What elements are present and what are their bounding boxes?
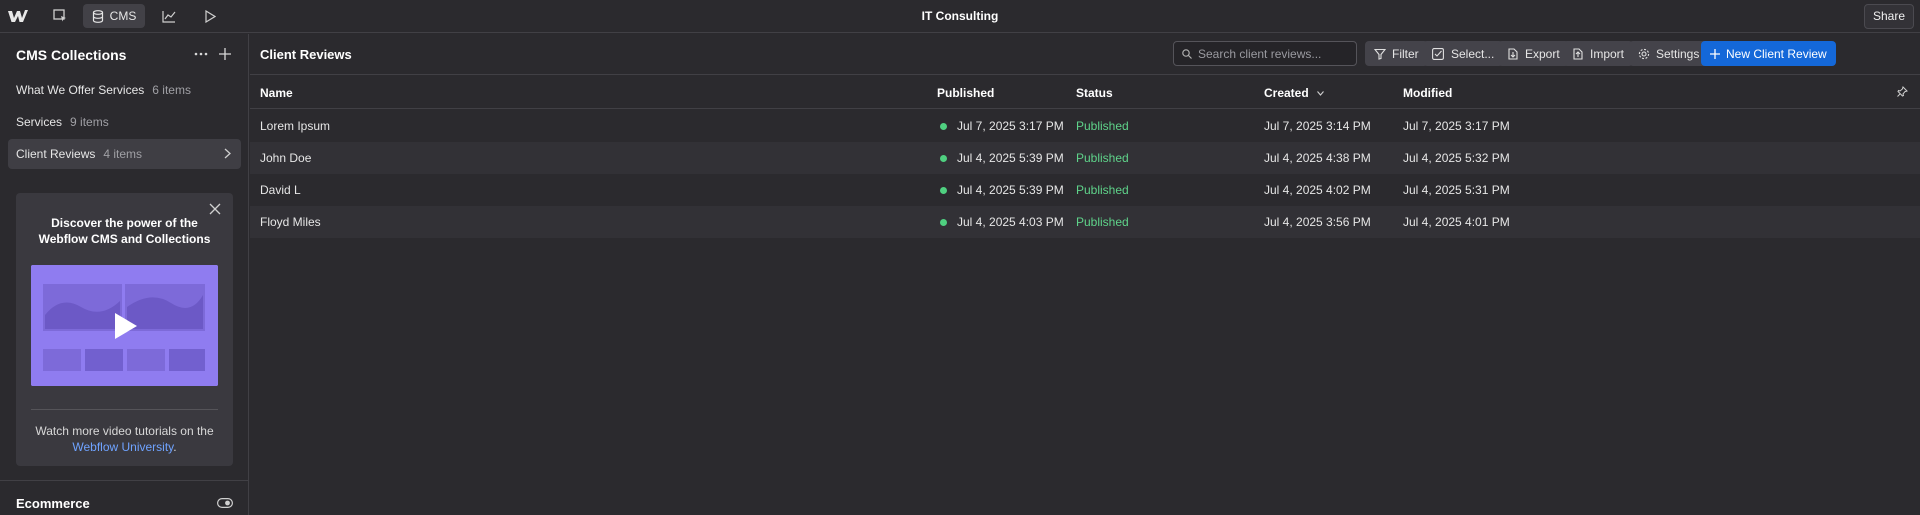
published-dot bbox=[940, 155, 947, 162]
cell-created: Jul 4, 2025 3:56 PM bbox=[1264, 215, 1371, 229]
new-client-review-button[interactable]: New Client Review bbox=[1701, 41, 1836, 66]
cell-status: Published bbox=[1076, 215, 1129, 229]
more-icon[interactable] bbox=[193, 46, 209, 62]
collection-count: 6 items bbox=[152, 83, 191, 97]
cell-name: David L bbox=[260, 183, 301, 197]
main-panel: Client Reviews Filter Select... Export I… bbox=[250, 34, 1920, 515]
cell-published: Jul 7, 2025 3:17 PM bbox=[957, 119, 1064, 133]
analytics-icon[interactable] bbox=[157, 4, 181, 28]
chevron-right-icon bbox=[224, 148, 231, 159]
import-button[interactable]: Import bbox=[1563, 41, 1634, 66]
gear-icon bbox=[1638, 48, 1656, 60]
cell-published: Jul 4, 2025 4:03 PM bbox=[957, 215, 1064, 229]
cell-name: Floyd Miles bbox=[260, 215, 321, 229]
sidebar-title: CMS Collections bbox=[16, 47, 127, 63]
page-title: Client Reviews bbox=[260, 47, 352, 62]
webflow-university-link[interactable]: Webflow University bbox=[72, 440, 173, 454]
video-thumbnail[interactable] bbox=[31, 265, 218, 386]
app-title: IT Consulting bbox=[921, 9, 999, 23]
cell-status: Published bbox=[1076, 151, 1129, 165]
import-icon bbox=[1572, 47, 1590, 60]
designer-icon[interactable] bbox=[48, 4, 72, 28]
cms-tab[interactable]: CMS bbox=[83, 4, 145, 28]
divider bbox=[31, 409, 218, 410]
settings-label: Settings bbox=[1656, 46, 1700, 61]
share-button[interactable]: Share bbox=[1863, 4, 1914, 29]
collection-count: 9 items bbox=[70, 115, 109, 129]
play-icon[interactable] bbox=[114, 312, 138, 340]
webflow-logo-icon[interactable] bbox=[8, 9, 28, 23]
cell-name: John Doe bbox=[260, 151, 312, 165]
filter-label: Filter bbox=[1392, 46, 1419, 61]
search-box[interactable] bbox=[1173, 41, 1357, 66]
table-header: Name Published Status Created Modified bbox=[250, 76, 1920, 109]
collection-item-services[interactable]: Services 9 items bbox=[8, 107, 241, 137]
collection-name: Services bbox=[16, 115, 63, 129]
select-label: Select... bbox=[1451, 46, 1495, 61]
ecommerce-label: Ecommerce bbox=[16, 496, 90, 511]
export-label: Export bbox=[1525, 46, 1560, 61]
cell-modified: Jul 4, 2025 5:31 PM bbox=[1403, 183, 1510, 197]
table-row[interactable]: David L Jul 4, 2025 5:39 PM Published Ju… bbox=[250, 174, 1920, 206]
cms-label: CMS bbox=[109, 9, 137, 23]
column-header-published[interactable]: Published bbox=[937, 86, 994, 100]
collection-name: Client Reviews bbox=[16, 147, 96, 161]
cell-status: Published bbox=[1076, 119, 1129, 133]
promo-title: Discover the power of the Webflow CMS an… bbox=[38, 216, 211, 246]
collection-item-client-reviews[interactable]: Client Reviews 4 items bbox=[8, 139, 241, 169]
collection-count: 4 items bbox=[103, 147, 143, 161]
export-icon bbox=[1507, 47, 1525, 60]
column-header-name[interactable]: Name bbox=[260, 86, 293, 100]
new-item-label: New Client Review bbox=[1726, 46, 1827, 61]
cell-published: Jul 4, 2025 5:39 PM bbox=[957, 183, 1064, 197]
promo-text: Watch more video tutorials on the Webflo… bbox=[16, 423, 233, 455]
checkbox-icon bbox=[1432, 47, 1451, 60]
select-button[interactable]: Select... bbox=[1423, 41, 1504, 66]
published-dot bbox=[940, 219, 947, 226]
cell-modified: Jul 4, 2025 4:01 PM bbox=[1403, 215, 1510, 229]
promo-text-suffix: . bbox=[173, 440, 177, 454]
ecommerce-section: Ecommerce bbox=[0, 480, 248, 515]
promo-card: Discover the power of the Webflow CMS an… bbox=[16, 193, 233, 466]
pin-icon[interactable] bbox=[1897, 86, 1908, 97]
cell-modified: Jul 7, 2025 3:17 PM bbox=[1403, 119, 1510, 133]
import-label: Import bbox=[1590, 46, 1625, 61]
cell-created: Jul 4, 2025 4:38 PM bbox=[1264, 151, 1371, 165]
promo-text-label: Watch more video tutorials on the bbox=[35, 424, 214, 438]
search-input[interactable] bbox=[1198, 46, 1348, 61]
export-button[interactable]: Export bbox=[1498, 41, 1569, 66]
filter-icon bbox=[1374, 48, 1392, 60]
cell-modified: Jul 4, 2025 5:32 PM bbox=[1403, 151, 1510, 165]
column-header-status[interactable]: Status bbox=[1076, 86, 1113, 100]
sidebar: CMS Collections What We Offer Services 6… bbox=[0, 34, 249, 515]
cell-name: Lorem Ipsum bbox=[260, 119, 331, 133]
main-header: Client Reviews Filter Select... Export I… bbox=[250, 34, 1920, 75]
database-icon bbox=[92, 9, 104, 23]
top-bar: CMS IT Consulting Share bbox=[0, 0, 1920, 33]
settings-button[interactable]: Settings bbox=[1629, 41, 1709, 66]
add-collection-icon[interactable] bbox=[217, 46, 233, 62]
column-header-modified[interactable]: Modified bbox=[1403, 86, 1452, 100]
search-icon bbox=[1182, 48, 1192, 59]
cell-created: Jul 4, 2025 4:02 PM bbox=[1264, 183, 1371, 197]
table-row[interactable]: Lorem Ipsum Jul 7, 2025 3:17 PM Publishe… bbox=[250, 110, 1920, 142]
sort-chevron-down-icon bbox=[1316, 90, 1324, 96]
table-row[interactable]: John Doe Jul 4, 2025 5:39 PM Published J… bbox=[250, 142, 1920, 174]
column-header-created-label: Created bbox=[1264, 86, 1309, 100]
cell-status: Published bbox=[1076, 183, 1129, 197]
collection-item-what-we-offer-services[interactable]: What We Offer Services 6 items bbox=[8, 75, 241, 105]
cell-published: Jul 4, 2025 5:39 PM bbox=[957, 151, 1064, 165]
cell-created: Jul 7, 2025 3:14 PM bbox=[1264, 119, 1371, 133]
eye-toggle-icon[interactable] bbox=[217, 498, 233, 508]
play-icon[interactable] bbox=[198, 4, 222, 28]
published-dot bbox=[940, 187, 947, 194]
plus-icon bbox=[1710, 48, 1726, 59]
column-header-created[interactable]: Created bbox=[1264, 86, 1324, 100]
collection-name: What We Offer Services bbox=[16, 83, 145, 97]
published-dot bbox=[940, 123, 947, 130]
filter-button[interactable]: Filter bbox=[1365, 41, 1428, 66]
table-row[interactable]: Floyd Miles Jul 4, 2025 4:03 PM Publishe… bbox=[250, 206, 1920, 238]
